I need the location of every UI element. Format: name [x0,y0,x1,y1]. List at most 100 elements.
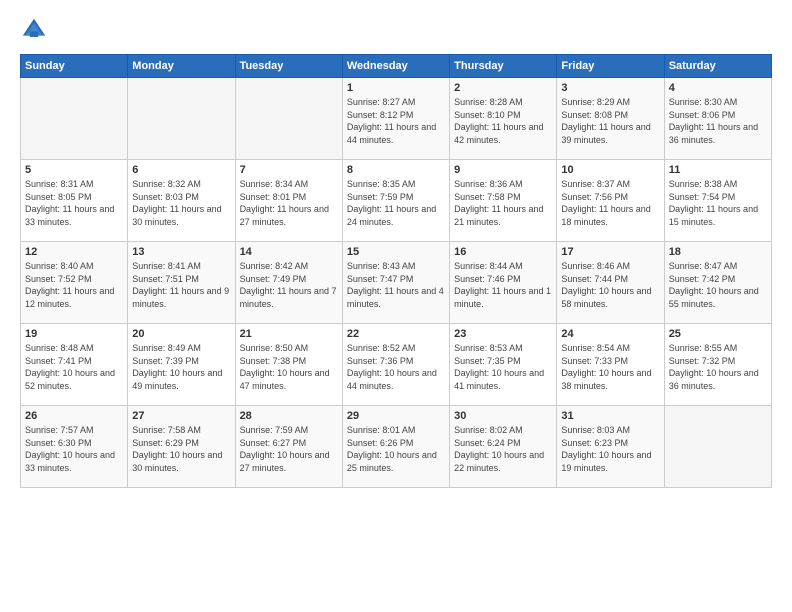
calendar-cell: 25 Sunrise: 8:55 AMSunset: 7:32 PMDayligh… [664,324,771,406]
day-number: 1 [347,82,445,94]
day-number: 9 [454,164,552,176]
day-info: Sunrise: 8:38 AMSunset: 7:54 PMDaylight:… [669,178,767,228]
day-number: 18 [669,246,767,258]
day-info: Sunrise: 8:30 AMSunset: 8:06 PMDaylight:… [669,96,767,146]
day-info: Sunrise: 8:44 AMSunset: 7:46 PMDaylight:… [454,260,552,310]
calendar-cell: 5 Sunrise: 8:31 AMSunset: 8:05 PMDaylight… [21,160,128,242]
header-sunday: Sunday [21,55,128,78]
week-row-3: 19Sunrise: 8:48 AMSunset: 7:41 PMDayligh… [21,324,772,406]
calendar-cell [128,78,235,160]
calendar-cell [664,406,771,488]
day-number: 20 [132,328,230,340]
calendar-cell: 28 Sunrise: 7:59 AMSunset: 6:27 PMDayligh… [235,406,342,488]
calendar-cell: 17 Sunrise: 8:46 AMSunset: 7:44 PMDayligh… [557,242,664,324]
day-number: 29 [347,410,445,422]
header-saturday: Saturday [664,55,771,78]
day-number: 25 [669,328,767,340]
day-number: 8 [347,164,445,176]
day-number: 6 [132,164,230,176]
calendar-cell: 15 Sunrise: 8:43 AMSunset: 7:47 PMDayligh… [342,242,449,324]
day-info: Sunrise: 7:59 AMSunset: 6:27 PMDaylight:… [240,424,338,474]
day-info: Sunrise: 8:55 AMSunset: 7:32 PMDaylight:… [669,342,767,392]
calendar-cell: 27 Sunrise: 7:58 AMSunset: 6:29 PMDayligh… [128,406,235,488]
day-number: 5 [25,164,123,176]
header-friday: Friday [557,55,664,78]
day-info: Sunrise: 7:58 AMSunset: 6:29 PMDaylight:… [132,424,230,474]
day-info: Sunrise: 8:53 AMSunset: 7:35 PMDaylight:… [454,342,552,392]
calendar-cell: 22 Sunrise: 8:52 AMSunset: 7:36 PMDayligh… [342,324,449,406]
calendar-cell: 14 Sunrise: 8:42 AMSunset: 7:49 PMDayligh… [235,242,342,324]
day-info: Sunrise: 8:27 AMSunset: 8:12 PMDaylight:… [347,96,445,146]
day-number: 2 [454,82,552,94]
calendar-cell: 21Sunrise: 8:50 AMSunset: 7:38 PMDayligh… [235,324,342,406]
day-number: 4 [669,82,767,94]
day-number: 7 [240,164,338,176]
calendar-cell: 11 Sunrise: 8:38 AMSunset: 7:54 PMDayligh… [664,160,771,242]
day-number: 11 [669,164,767,176]
week-row-4: 26Sunrise: 7:57 AMSunset: 6:30 PMDayligh… [21,406,772,488]
day-info: Sunrise: 8:42 AMSunset: 7:49 PMDaylight:… [240,260,338,310]
day-info: Sunrise: 8:34 AMSunset: 8:01 PMDaylight:… [240,178,338,228]
calendar-cell: 12Sunrise: 8:40 AMSunset: 7:52 PMDayligh… [21,242,128,324]
day-number: 15 [347,246,445,258]
day-info: Sunrise: 8:46 AMSunset: 7:44 PMDaylight:… [561,260,659,310]
calendar-cell [21,78,128,160]
day-info: Sunrise: 8:43 AMSunset: 7:47 PMDaylight:… [347,260,445,310]
calendar-cell: 19Sunrise: 8:48 AMSunset: 7:41 PMDayligh… [21,324,128,406]
day-info: Sunrise: 8:37 AMSunset: 7:56 PMDaylight:… [561,178,659,228]
calendar-cell: 2Sunrise: 8:28 AMSunset: 8:10 PMDaylight… [450,78,557,160]
calendar-cell: 8 Sunrise: 8:35 AMSunset: 7:59 PMDaylight… [342,160,449,242]
day-number: 28 [240,410,338,422]
day-info: Sunrise: 8:02 AMSunset: 6:24 PMDaylight:… [454,424,552,474]
calendar-cell: 18 Sunrise: 8:47 AMSunset: 7:42 PMDayligh… [664,242,771,324]
calendar-cell: 3Sunrise: 8:29 AMSunset: 8:08 PMDaylight… [557,78,664,160]
day-info: Sunrise: 8:31 AMSunset: 8:05 PMDaylight:… [25,178,123,228]
day-number: 3 [561,82,659,94]
header-monday: Monday [128,55,235,78]
calendar-cell: 16 Sunrise: 8:44 AMSunset: 7:46 PMDayligh… [450,242,557,324]
day-info: Sunrise: 8:35 AMSunset: 7:59 PMDaylight:… [347,178,445,228]
calendar-cell: 26Sunrise: 7:57 AMSunset: 6:30 PMDayligh… [21,406,128,488]
day-number: 19 [25,328,123,340]
day-number: 27 [132,410,230,422]
calendar-cell: 13Sunrise: 8:41 AMSunset: 7:51 PMDayligh… [128,242,235,324]
day-number: 24 [561,328,659,340]
day-number: 14 [240,246,338,258]
calendar-cell: 9Sunrise: 8:36 AMSunset: 7:58 PMDaylight… [450,160,557,242]
calendar-header: SundayMondayTuesdayWednesdayThursdayFrid… [21,55,772,78]
logo [20,16,52,44]
day-info: Sunrise: 8:03 AMSunset: 6:23 PMDaylight:… [561,424,659,474]
week-row-0: 1 Sunrise: 8:27 AMSunset: 8:12 PMDaylight… [21,78,772,160]
calendar-cell: 31 Sunrise: 8:03 AMSunset: 6:23 PMDayligh… [557,406,664,488]
week-row-2: 12Sunrise: 8:40 AMSunset: 7:52 PMDayligh… [21,242,772,324]
day-info: Sunrise: 8:52 AMSunset: 7:36 PMDaylight:… [347,342,445,392]
calendar-cell: 24 Sunrise: 8:54 AMSunset: 7:33 PMDayligh… [557,324,664,406]
calendar-cell [235,78,342,160]
page-header [20,16,772,44]
calendar-table: SundayMondayTuesdayWednesdayThursdayFrid… [20,54,772,488]
calendar-cell: 29 Sunrise: 8:01 AMSunset: 6:26 PMDayligh… [342,406,449,488]
header-tuesday: Tuesday [235,55,342,78]
calendar-cell: 7 Sunrise: 8:34 AMSunset: 8:01 PMDaylight… [235,160,342,242]
day-info: Sunrise: 8:47 AMSunset: 7:42 PMDaylight:… [669,260,767,310]
day-number: 16 [454,246,552,258]
calendar-cell: 30Sunrise: 8:02 AMSunset: 6:24 PMDayligh… [450,406,557,488]
logo-icon [20,16,48,44]
day-info: Sunrise: 8:49 AMSunset: 7:39 PMDaylight:… [132,342,230,392]
header-row: SundayMondayTuesdayWednesdayThursdayFrid… [21,55,772,78]
day-number: 23 [454,328,552,340]
calendar-cell: 4 Sunrise: 8:30 AMSunset: 8:06 PMDaylight… [664,78,771,160]
day-number: 17 [561,246,659,258]
day-number: 31 [561,410,659,422]
day-info: Sunrise: 8:50 AMSunset: 7:38 PMDaylight:… [240,342,338,392]
calendar-cell: 20 Sunrise: 8:49 AMSunset: 7:39 PMDayligh… [128,324,235,406]
day-number: 22 [347,328,445,340]
day-number: 10 [561,164,659,176]
week-row-1: 5 Sunrise: 8:31 AMSunset: 8:05 PMDaylight… [21,160,772,242]
calendar-cell: 23 Sunrise: 8:53 AMSunset: 7:35 PMDayligh… [450,324,557,406]
day-info: Sunrise: 8:40 AMSunset: 7:52 PMDaylight:… [25,260,123,310]
day-info: Sunrise: 8:01 AMSunset: 6:26 PMDaylight:… [347,424,445,474]
calendar-cell: 1 Sunrise: 8:27 AMSunset: 8:12 PMDaylight… [342,78,449,160]
day-info: Sunrise: 8:54 AMSunset: 7:33 PMDaylight:… [561,342,659,392]
calendar-cell: 6Sunrise: 8:32 AMSunset: 8:03 PMDaylight… [128,160,235,242]
